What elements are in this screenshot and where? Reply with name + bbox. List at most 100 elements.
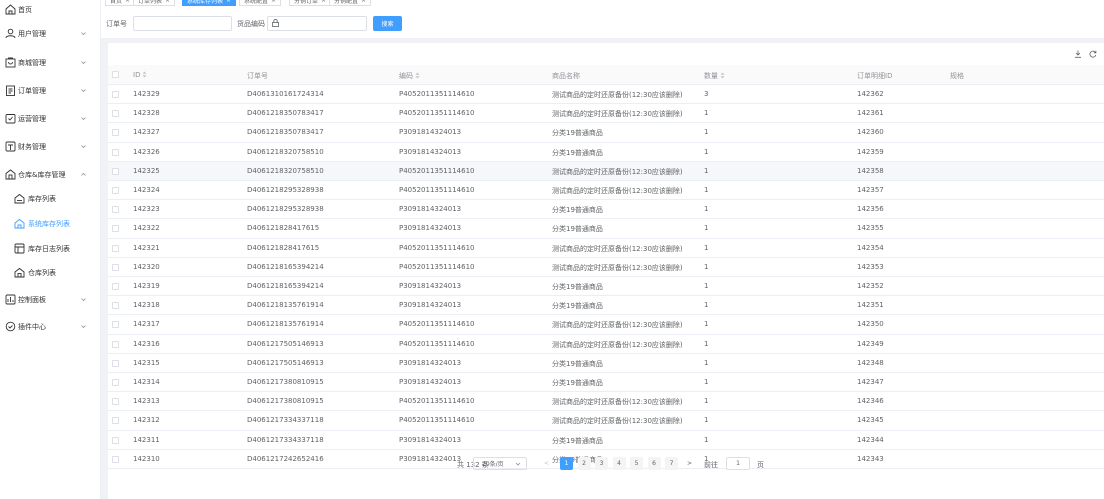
prev-page-button[interactable]: < [540, 457, 553, 470]
page-button-7[interactable]: 7 [665, 457, 678, 470]
close-icon[interactable]: × [361, 0, 366, 4]
table-row[interactable]: 142311 D4061217334337118 P3091814324013 分类1… [108, 431, 1104, 450]
table-cell: D4061217380810915 [247, 397, 324, 406]
sidebar-item-9[interactable]: 库存日志列表 [0, 240, 100, 258]
table-cell: D4061218320758510 [247, 166, 324, 175]
search-button[interactable]: 搜索 [373, 16, 402, 31]
page-size-select[interactable]: 20条/页 [473, 457, 527, 470]
row-checkbox[interactable] [112, 187, 119, 194]
sidebar-item-1[interactable]: 用户管理 [0, 25, 100, 43]
select-all-checkbox[interactable] [112, 71, 119, 78]
row-checkbox[interactable] [112, 302, 119, 310]
table-row[interactable]: 142326 D4061218320758510 P3091814324013 分类1… [108, 143, 1104, 162]
table-cell: 1 [704, 435, 709, 444]
table-row[interactable]: 142319 D4061218165394214 P3091814324013 分类1… [108, 277, 1104, 297]
sidebar-item-10[interactable]: 仓库列表 [0, 264, 100, 282]
table-row[interactable]: 142316 D4061217505146913 P4052011351114610… [108, 335, 1104, 354]
table-cell: 142317 [133, 320, 160, 329]
sort-icon[interactable] [142, 71, 147, 78]
sidebar-item-4[interactable]: 运营管理 [0, 110, 100, 128]
table-cell: 142354 [857, 243, 884, 252]
table-row[interactable]: 142314 D4061217380810915 P3091814324013 分类1… [108, 373, 1104, 393]
page-button-5[interactable]: 5 [630, 457, 643, 470]
refresh-icon[interactable] [1089, 50, 1097, 59]
table-row[interactable]: 142320 D4061218165394214 P4052011351114610… [108, 258, 1104, 277]
row-checkbox[interactable] [112, 321, 119, 329]
close-icon[interactable]: × [271, 0, 276, 4]
table-row[interactable]: 142324 D4061218295328938 P4052011351114610… [108, 181, 1104, 201]
row-checkbox[interactable] [112, 398, 119, 406]
sort-icon[interactable] [415, 72, 420, 79]
row-checkbox[interactable] [112, 206, 119, 214]
column-header: 编码 [399, 71, 420, 81]
table-row[interactable]: 142325 D4061218320758510 P4052011351114610… [108, 161, 1104, 181]
page-button-2[interactable]: 2 [577, 457, 591, 470]
table-cell: D4061217505146913 [247, 358, 324, 367]
row-checkbox[interactable] [112, 340, 119, 348]
table-cell: 142349 [857, 339, 884, 348]
table-row[interactable]: 142322 D406121828417615 P3091814324013 分类19… [108, 219, 1104, 239]
tab-2[interactable]: 系统库存列表 × [182, 0, 237, 6]
table-cell: D4061218350783417 [247, 128, 324, 137]
table-row[interactable]: 142323 D4061218295328938 P3091814324013 分类1… [108, 200, 1104, 220]
tab-4[interactable]: 分销订单 × [289, 0, 332, 6]
sidebar-item-2[interactable]: 商城管理 [0, 54, 100, 72]
table-cell: D4061217505146913 [247, 339, 324, 348]
sidebar-item-label: 插件中心 [18, 323, 46, 331]
table-row[interactable]: 142313 D4061217380810915 P4052011351114610… [108, 392, 1104, 412]
tab-5[interactable]: 分销配置 × [329, 0, 372, 6]
sidebar-item-8[interactable]: 系统库存列表 [0, 215, 100, 233]
close-icon[interactable]: × [226, 0, 231, 4]
sidebar-item-7[interactable]: 库存列表 [0, 190, 100, 208]
row-checkbox[interactable] [112, 225, 119, 233]
table-row[interactable]: 142318 D4061218135761914 P3091814324013 分类1… [108, 296, 1104, 316]
table-cell: 分类19普通商品 [552, 225, 603, 234]
sort-icon[interactable] [720, 72, 725, 79]
row-checkbox[interactable] [112, 167, 119, 175]
row-checkbox[interactable] [112, 110, 119, 118]
goods-code-input[interactable] [267, 16, 367, 31]
table-row[interactable]: 142315 D4061217505146913 P3091814324013 分类1… [108, 354, 1104, 373]
page-button-6[interactable]: 6 [647, 457, 661, 470]
log-icon [14, 243, 25, 254]
table-cell: P4052011351114610 [399, 320, 475, 329]
row-checkbox[interactable] [112, 129, 119, 137]
sidebar-item-0[interactable]: 首页 [0, 1, 100, 19]
table-row[interactable]: 142321 D406121828417615 P4052011351114610 测… [108, 239, 1104, 258]
row-checkbox[interactable] [112, 417, 119, 425]
sidebar-item-label: 用户管理 [18, 30, 46, 38]
row-checkbox[interactable] [112, 263, 119, 271]
row-checkbox[interactable] [112, 283, 119, 290]
table-cell: P3091814324013 [399, 147, 462, 156]
row-checkbox[interactable] [112, 91, 119, 98]
row-checkbox[interactable] [112, 244, 119, 252]
order-no-input[interactable] [133, 16, 232, 31]
close-icon[interactable]: × [125, 0, 130, 4]
page-button-3[interactable]: 3 [595, 457, 608, 470]
table-row[interactable]: 142329 D4061310161724314 P4052011351114610… [108, 85, 1104, 105]
sidebar-item-5[interactable]: 财务管理 [0, 138, 100, 156]
goto-page-input[interactable] [726, 457, 750, 470]
page-button-4[interactable]: 4 [612, 457, 626, 470]
table-row[interactable]: 142317 D4061218135761914 P4052011351114610… [108, 315, 1104, 335]
close-icon[interactable]: × [165, 0, 170, 4]
next-page-button[interactable]: > [683, 457, 696, 470]
row-checkbox[interactable] [112, 148, 119, 156]
sidebar-item-3[interactable]: 订单管理 [0, 82, 100, 100]
sidebar-item-label: 仓库列表 [28, 269, 56, 277]
download-icon[interactable] [1074, 50, 1082, 59]
sidebar-item-11[interactable]: 控制面板 [0, 291, 100, 309]
tab-0[interactable]: 首页 × [105, 0, 136, 6]
row-checkbox[interactable] [112, 379, 119, 386]
close-icon[interactable]: × [321, 0, 326, 4]
tab-3[interactable]: 系统配置 × [239, 0, 282, 6]
sidebar-item-6[interactable]: 仓库&库存管理 [0, 166, 100, 184]
row-checkbox[interactable] [112, 436, 119, 444]
page-button-1[interactable]: 1 [560, 457, 573, 470]
table-row[interactable]: 142312 D4061217334337118 P4052011351114610… [108, 411, 1104, 431]
table-row[interactable]: 142327 D4061218350783417 P3091814324013 分类1… [108, 123, 1104, 143]
row-checkbox[interactable] [112, 359, 119, 367]
tab-1[interactable]: 订单列表 × [133, 0, 176, 6]
sidebar-item-12[interactable]: 插件中心 [0, 318, 100, 336]
table-row[interactable]: 142328 D4061218350783417 P4052011351114610… [108, 104, 1104, 124]
